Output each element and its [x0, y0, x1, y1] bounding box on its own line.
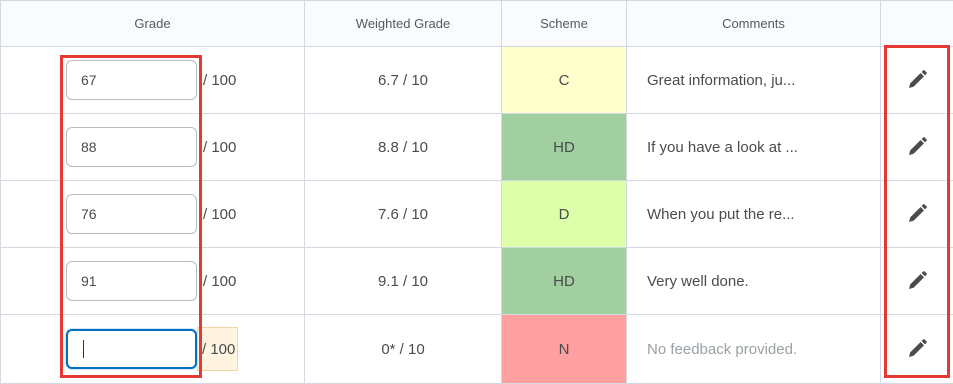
scheme-badge: HD [502, 248, 627, 315]
grade-input[interactable] [66, 127, 197, 167]
edit-comment-button[interactable] [881, 248, 953, 315]
edit-comment-button[interactable] [881, 315, 953, 384]
grade-cell: / 100 [0, 114, 305, 181]
header-weighted-grade: Weighted Grade [305, 0, 502, 47]
header-scheme: Scheme [502, 0, 627, 47]
grade-input[interactable] [66, 60, 197, 100]
weighted-grade: 7.6 / 10 [305, 181, 502, 248]
header-comments: Comments [627, 0, 881, 47]
grade-out-of: / 100 [203, 272, 237, 290]
grade-out-of: / 100 [203, 138, 237, 156]
comment-text[interactable]: Very well done. [627, 248, 881, 315]
grade-input[interactable] [66, 329, 197, 369]
header-actions [881, 0, 953, 47]
weighted-grade: 8.8 / 10 [305, 114, 502, 181]
grade-input[interactable] [66, 261, 197, 301]
grade-out-of: / 100 [203, 71, 237, 89]
grade-out-of: / 100 [197, 327, 239, 371]
grade-cell: / 100 [0, 47, 305, 114]
scheme-badge: N [502, 315, 627, 384]
comment-text[interactable]: No feedback provided. [627, 315, 881, 384]
pencil-icon [909, 271, 927, 289]
edit-comment-button[interactable] [881, 181, 953, 248]
grade-out-of: / 100 [203, 205, 237, 223]
grades-table: Grade Weighted Grade Scheme Comments / 1… [0, 0, 953, 384]
scheme-badge: HD [502, 114, 627, 181]
weighted-grade: 0* / 10 [305, 315, 502, 384]
header-grade: Grade [0, 0, 305, 47]
pencil-icon [909, 339, 927, 357]
grade-cell: / 100 [0, 315, 305, 384]
scheme-badge: D [502, 181, 627, 248]
grade-cell: / 100 [0, 181, 305, 248]
comment-text[interactable]: If you have a look at ... [627, 114, 881, 181]
pencil-icon [909, 204, 927, 222]
comment-text[interactable]: When you put the re... [627, 181, 881, 248]
weighted-grade: 9.1 / 10 [305, 248, 502, 315]
edit-comment-button[interactable] [881, 47, 953, 114]
text-caret [83, 340, 84, 358]
grade-input[interactable] [66, 194, 197, 234]
grade-cell: / 100 [0, 248, 305, 315]
comment-text[interactable]: Great information, ju... [627, 47, 881, 114]
scheme-badge: C [502, 47, 627, 114]
pencil-icon [909, 137, 927, 155]
weighted-grade: 6.7 / 10 [305, 47, 502, 114]
edit-comment-button[interactable] [881, 114, 953, 181]
pencil-icon [909, 70, 927, 88]
